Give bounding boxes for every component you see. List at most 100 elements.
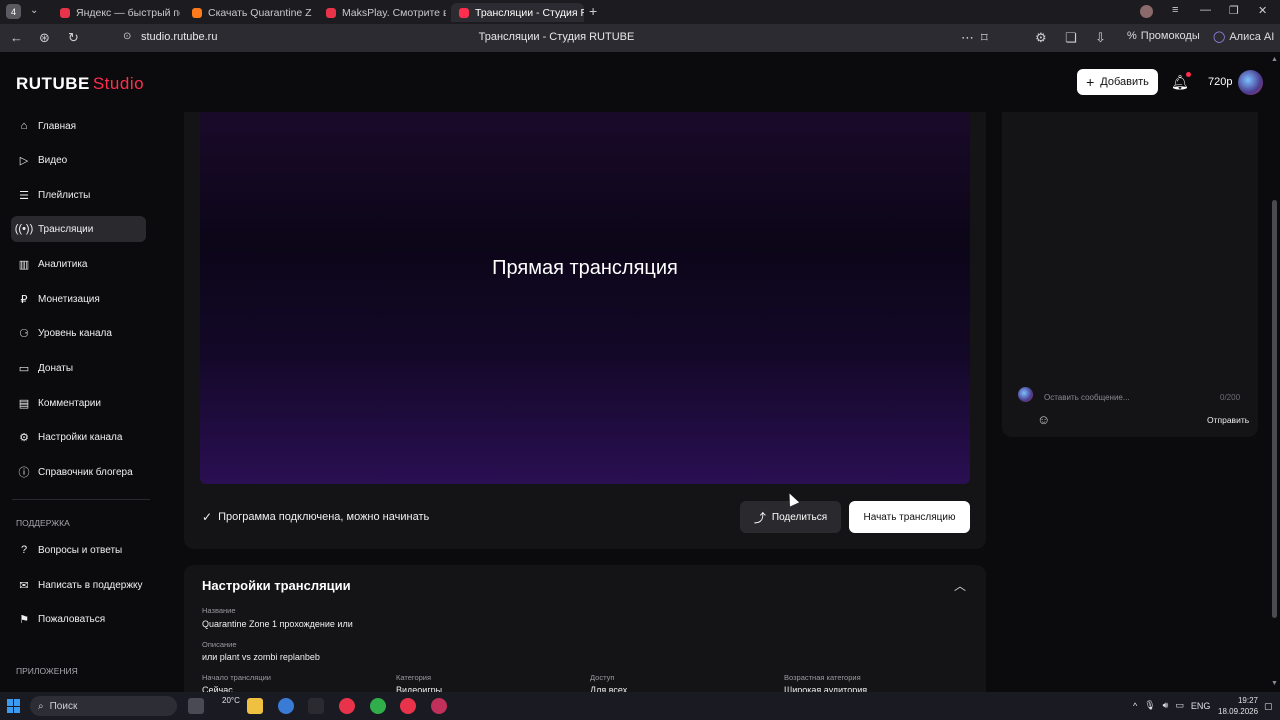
add-button[interactable]: + Добавить <box>1077 69 1158 95</box>
tab-list-icon[interactable]: ⌄ <box>30 5 38 16</box>
notification-center-icon[interactable]: ▢ <box>1264 701 1273 712</box>
monetization-icon: ₽ <box>20 293 28 306</box>
sidebar-divider <box>12 499 150 500</box>
page-scrollbar[interactable]: ▲ ▼ <box>1268 52 1280 692</box>
microphone-icon[interactable]: 🎙︎ <box>1144 700 1155 711</box>
sidebar-item-home[interactable]: ⌂ Главная <box>11 113 146 139</box>
language-indicator[interactable]: ENG <box>1191 701 1211 711</box>
task-view-icon[interactable] <box>188 698 204 714</box>
logo-text: RUTUBE <box>16 74 90 93</box>
restore-icon[interactable]: ❐ <box>1229 4 1239 17</box>
scrollbar-thumb[interactable] <box>1272 200 1277 618</box>
sidebar-item-faq[interactable]: ? Вопросы и ответы <box>11 537 146 563</box>
scroll-down-icon[interactable]: ▼ <box>1271 680 1278 687</box>
system-tray: ^ 🎙︎ 🔊︎ ▭ ENG <box>1133 700 1210 711</box>
tab-label: MaksPlay. Смотрите вид <box>342 6 446 19</box>
sidebar-item-playlists[interactable]: ☰ Плейлисты <box>11 182 146 208</box>
sidebar-item-donations[interactable]: ▭ Донаты <box>11 355 146 381</box>
date: 18.09.2026 <box>1218 707 1259 716</box>
search-icon: ⌕ <box>38 700 44 712</box>
avatar <box>1018 387 1033 402</box>
share-label: Поделиться <box>771 511 828 523</box>
quality-label[interactable]: 720p <box>1208 76 1232 88</box>
close-window-icon[interactable]: ✕ <box>1258 4 1267 17</box>
sidebar-item-channel-level[interactable]: ⚆ Уровень канала <box>11 320 146 346</box>
battery-icon[interactable]: ▭ <box>1175 700 1184 711</box>
yandex-browser-active-icon[interactable] <box>400 698 416 714</box>
browser-tab-quarantine[interactable]: Скачать Quarantine Zone <box>184 3 312 22</box>
collections-icon[interactable]: ❏ <box>1065 30 1077 46</box>
rutube-studio-logo[interactable]: RUTUBE Studio <box>16 74 144 94</box>
broadcast-icon: ((•)) <box>14 223 34 235</box>
sidebar-item-comments[interactable]: ▤ Комментарии <box>11 390 146 416</box>
video-preview[interactable]: Прямая трансляция <box>200 112 970 484</box>
app-icon[interactable] <box>308 698 324 714</box>
sidebar-item-blogger-guide[interactable]: ⓘ Справочник блогера <box>11 459 146 485</box>
bookmark-icon[interactable]: ⌑ <box>981 30 988 46</box>
utorrent-icon[interactable] <box>370 698 386 714</box>
menu-icon[interactable]: ≡ <box>1172 4 1178 16</box>
logo-suffix: Studio <box>92 74 145 93</box>
sidebar: ⌂ Главная ▷ Видео ☰ Плейлисты ((•)) Тран… <box>0 112 160 692</box>
sidebar-item-monetization[interactable]: ₽ Монетизация <box>11 286 146 312</box>
check-icon: ✓ <box>202 510 213 524</box>
profile-avatar[interactable] <box>1140 5 1153 18</box>
alice-label: Алиса AI <box>1229 30 1275 43</box>
start-broadcast-button[interactable]: Начать трансляцию <box>849 501 970 533</box>
notifications-bell-icon[interactable]: 🔔︎ <box>1171 72 1191 91</box>
browser-tab-yandex[interactable]: Яндекс — быстрый поиск <box>52 3 180 22</box>
info-icon: ⓘ <box>18 467 30 479</box>
page-title: Трансляции - Студия RUTUBE <box>478 31 635 43</box>
emoji-icon[interactable]: ☺ <box>1037 412 1050 427</box>
chat-panel: Оставить сообщение... 0/200 ☺ Отправить <box>1002 112 1258 437</box>
search-label: Поиск <box>49 700 78 712</box>
sidebar-item-channel-settings[interactable]: ⚙ Настройки канала <box>11 424 146 450</box>
yandex-icon <box>60 7 70 18</box>
file-explorer-icon[interactable] <box>247 698 263 714</box>
sidebar-item-label: Видео <box>38 154 68 166</box>
more-icon[interactable]: ⋯ <box>961 30 974 46</box>
app-header: RUTUBE Studio + Добавить 🔔︎ 720p <box>0 52 1268 112</box>
sidebar-item-analytics[interactable]: ▥ Аналитика <box>11 251 146 277</box>
chrome-icon[interactable] <box>278 698 294 714</box>
chat-input[interactable]: Оставить сообщение... <box>1044 393 1130 402</box>
description-label: Описание <box>202 640 237 649</box>
chat-char-counter: 0/200 <box>1220 393 1241 402</box>
playlist-icon: ☰ <box>19 189 29 202</box>
promo-button[interactable]: % Промокоды <box>1127 30 1200 42</box>
home-icon: ⌂ <box>20 120 28 132</box>
download-site-icon <box>192 7 202 18</box>
clock[interactable]: 19:27 18.09.2026 <box>1218 695 1258 717</box>
downloads-icon[interactable]: ⇩ <box>1095 30 1106 46</box>
sidebar-item-video[interactable]: ▷ Видео <box>11 147 146 173</box>
browser-tab-studio[interactable]: Трансляции - Студия R ✕ <box>451 3 584 22</box>
browser-tab-maksplay[interactable]: MaksPlay. Смотрите вид <box>318 3 446 22</box>
minimize-icon[interactable]: — <box>1200 4 1211 16</box>
chevron-up-icon[interactable]: ^ <box>1133 701 1137 711</box>
windows-start-icon[interactable] <box>7 699 21 713</box>
scroll-up-icon[interactable]: ▲ <box>1271 56 1278 63</box>
sidebar-item-report[interactable]: ⚑ Пожаловаться <box>11 606 146 632</box>
volume-icon[interactable]: 🔊︎ <box>1163 700 1169 711</box>
sidebar-item-label: Главная <box>38 120 77 132</box>
browser-menu-icon[interactable]: 4 <box>6 4 21 19</box>
weather-widget[interactable]: 20°C <box>222 696 240 705</box>
send-button[interactable]: Отправить <box>1207 415 1249 425</box>
chevron-up-icon[interactable]: ︿ <box>954 577 966 594</box>
taskbar-search[interactable]: ⌕ Поиск <box>30 696 177 716</box>
add-label: Добавить <box>1100 76 1149 88</box>
os-taskbar: ⌕ Поиск 20°C ^ 🎙︎ 🔊︎ ▭ ENG 19:27 18.09.2… <box>0 692 1280 720</box>
extensions-icon[interactable]: ⚙ <box>1035 30 1047 46</box>
sidebar-item-broadcasts[interactable]: ((•)) Трансляции <box>11 216 146 242</box>
avatar[interactable] <box>1238 70 1263 95</box>
sidebar-item-label: Трансляции <box>38 223 94 235</box>
studio-icon <box>459 7 469 18</box>
alice-button[interactable]: ◯ Алиса AI <box>1213 30 1275 44</box>
address-bar-row: ← ⊛ ↻ ⊙ studio.rutube.ru Трансляции - Ст… <box>0 24 1280 52</box>
new-tab-button[interactable]: + <box>589 3 597 19</box>
obs-icon[interactable] <box>431 698 447 714</box>
player-card: Прямая трансляция ✓ Программа подключена… <box>184 112 986 549</box>
comments-icon: ▤ <box>18 397 30 410</box>
yandex-browser-icon[interactable] <box>339 698 355 714</box>
sidebar-item-write-support[interactable]: ✉ Написать в поддержку <box>11 572 146 598</box>
